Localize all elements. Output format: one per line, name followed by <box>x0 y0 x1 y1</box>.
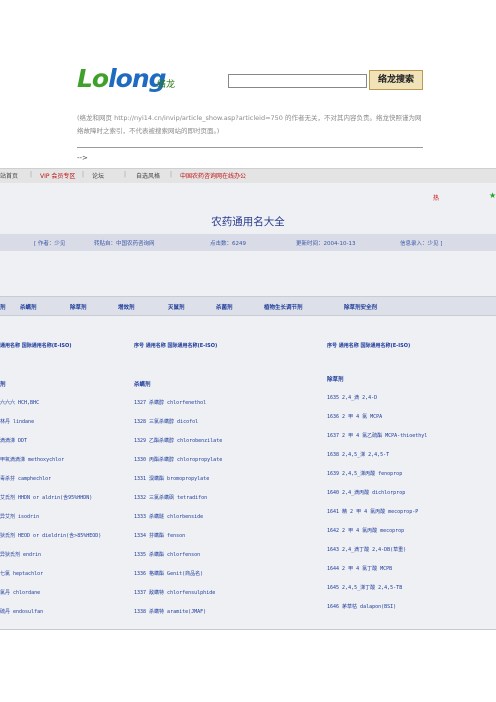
nav-item-office[interactable]: 中国农药咨询网在线办公 <box>180 171 246 180</box>
search-button[interactable]: 络龙搜索 <box>369 70 423 90</box>
table-row: 1331 溴螨酯 bromopropylate <box>134 476 210 482</box>
table-row: 1327 杀螨醇 chlorfenethol <box>134 400 207 406</box>
nav-separator: | <box>82 171 85 178</box>
category-link[interactable]: 灭鼠剂 <box>168 303 185 311</box>
category-link[interactable]: 剂 <box>0 303 6 311</box>
table-row: 1644 2 甲 4 氯丁酸 MCPB <box>327 566 393 572</box>
table-row: 氯丹 chlordane <box>0 590 41 596</box>
article-title: 农药通用名大全 <box>211 216 285 228</box>
table-row: 硫丹 endosulfan <box>0 609 44 615</box>
table-row: 1641 精 2 甲 4 氯丙酸 mecoprop-P <box>327 509 419 515</box>
table-row: 异狄氏剂 endrin <box>0 552 42 558</box>
table-row: 1646 茅草枯 dalapon(BSI) <box>327 604 397 610</box>
table-row: 1338 杀螨特 aramite(JMAF) <box>134 609 207 615</box>
nav-separator: | <box>30 171 33 178</box>
table-row: 1333 杀螨醚 chlorbenside <box>134 514 204 520</box>
table-row: 1645 2,4,5_涕丁酸 2,4,5-TB <box>327 585 403 591</box>
cache-notice: (络龙和网页 http://nyi14.cn/invip/article_sho… <box>77 114 422 135</box>
table-row: 1328 三氯杀螨醇 dicofol <box>134 419 199 425</box>
category-link[interactable]: 杀菌剂 <box>216 303 233 311</box>
table-row: 1337 敌螨特 chlorfensulphide <box>134 590 216 596</box>
table-row: 1335 杀螨酯 chlorfenson <box>134 552 201 558</box>
nav-item-vip[interactable]: VIP 会员专区 <box>40 171 75 180</box>
table-row: 1332 三氯杀螨砜 tetradifon <box>134 495 208 501</box>
divider <box>77 147 423 148</box>
column-header: 通用名称 国际通用名称(E-ISO) <box>0 343 72 349</box>
nav-item-style[interactable]: 自选风格 <box>136 171 160 180</box>
table-row: 六六六 HCH,BHC <box>0 400 40 406</box>
category-link[interactable]: 除草剂 <box>70 303 87 311</box>
table-row: 艾氏剂 HHDN or aldrin(含95%HHDN) <box>0 495 93 501</box>
logo: Lolong 络龙 <box>77 64 197 94</box>
nav-separator: | <box>170 171 173 178</box>
column-header: 序号 通用名称 国际通用名称(E-ISO) <box>134 343 218 349</box>
search-input[interactable] <box>228 74 367 88</box>
table-row: 1642 2 甲 4 氯丙酸 mecoprop <box>327 528 405 534</box>
comment-arrow: --> <box>77 154 88 162</box>
category-link[interactable]: 增效剂 <box>118 303 135 311</box>
info-clicks: 点击数：6249 <box>210 241 246 247</box>
table-row: 1640 2,4_滴丙酸 dichlorprop <box>327 490 406 496</box>
table-row: 甲氧滴滴涕 methoxychlor <box>0 457 65 463</box>
category-link[interactable]: 杀螨剂 <box>20 303 37 311</box>
section-head: 除草剂 <box>327 377 344 383</box>
table-row: 1336 格螨酯 Genit(商品名) <box>134 571 204 577</box>
table-row: 1635 2,4_滴 2,4-D <box>327 395 378 401</box>
section-head: 剂 <box>0 382 6 388</box>
table-row: 滴滴涕 DDT <box>0 438 28 444</box>
table-row: 异艾剂 isodrin <box>0 514 40 520</box>
table-row: 1638 2,4,5_涕 2,4,5-T <box>327 452 390 458</box>
hot-label: 热 <box>433 195 440 202</box>
category-link[interactable]: 除草剂安全剂 <box>344 303 377 311</box>
logo-text: Lolong <box>77 64 167 93</box>
nav-item-forum[interactable]: 论坛 <box>92 171 104 180</box>
info-editor: 信息录入：少见 ] <box>400 241 443 247</box>
info-source: 转贴自：中国农药咨询网 <box>94 241 155 247</box>
category-link[interactable]: 植物生长调节剂 <box>264 303 303 311</box>
table-row: 林丹 lindane <box>0 419 35 425</box>
table-row: 1637 2 甲 4 氯乙硫酯 MCPA-thioethyl <box>327 433 428 439</box>
table-row: 七氯 heptachlor <box>0 571 44 577</box>
table-row: 1329 乙酯杀螨醇 chlorobenzilate <box>134 438 223 444</box>
star-icon: ★ <box>489 191 496 200</box>
site-nav-bar: 站首页 | VIP 会员专区 | 论坛 | 自选风格 | 中国农药咨询网在线办公 <box>0 168 496 184</box>
article-info-bar: [ 作者：少见 转贴自：中国农药咨询网 点击数：6249 更新时间：2004-1… <box>0 234 496 251</box>
table-row: 狄氏剂 HEOD or dieldrin(含>85%HEOD) <box>0 533 102 539</box>
table-row: 1643 2,4_滴丁酸 2,4-DB(草重) <box>327 547 407 553</box>
nav-item-home[interactable]: 站首页 <box>0 171 18 180</box>
table-row: 1334 芬螨酯 fenson <box>134 533 186 539</box>
logo-cn-text: 络龙 <box>157 80 176 90</box>
nav-separator: | <box>124 171 127 178</box>
table-row: 1639 2,4,5_涕丙酸 fenoprop <box>327 471 403 477</box>
info-updated: 更新时间：2004-10-13 <box>296 241 356 247</box>
table-row: 1636 2 甲 4 氯 MCPA <box>327 414 383 420</box>
table-row: 1330 丙酯杀螨醇 chloropropylate <box>134 457 223 463</box>
info-author: [ 作者：少见 <box>34 241 66 247</box>
section-head: 杀螨剂 <box>134 382 151 388</box>
table-row: 毒杀芬 camphechlor <box>0 476 52 482</box>
column-header: 序号 通用名称 国际通用名称(E-ISO) <box>327 343 411 349</box>
category-bar: 剂 杀螨剂 除草剂 增效剂 灭鼠剂 杀菌剂 植物生长调节剂 除草剂安全剂 <box>0 296 496 316</box>
